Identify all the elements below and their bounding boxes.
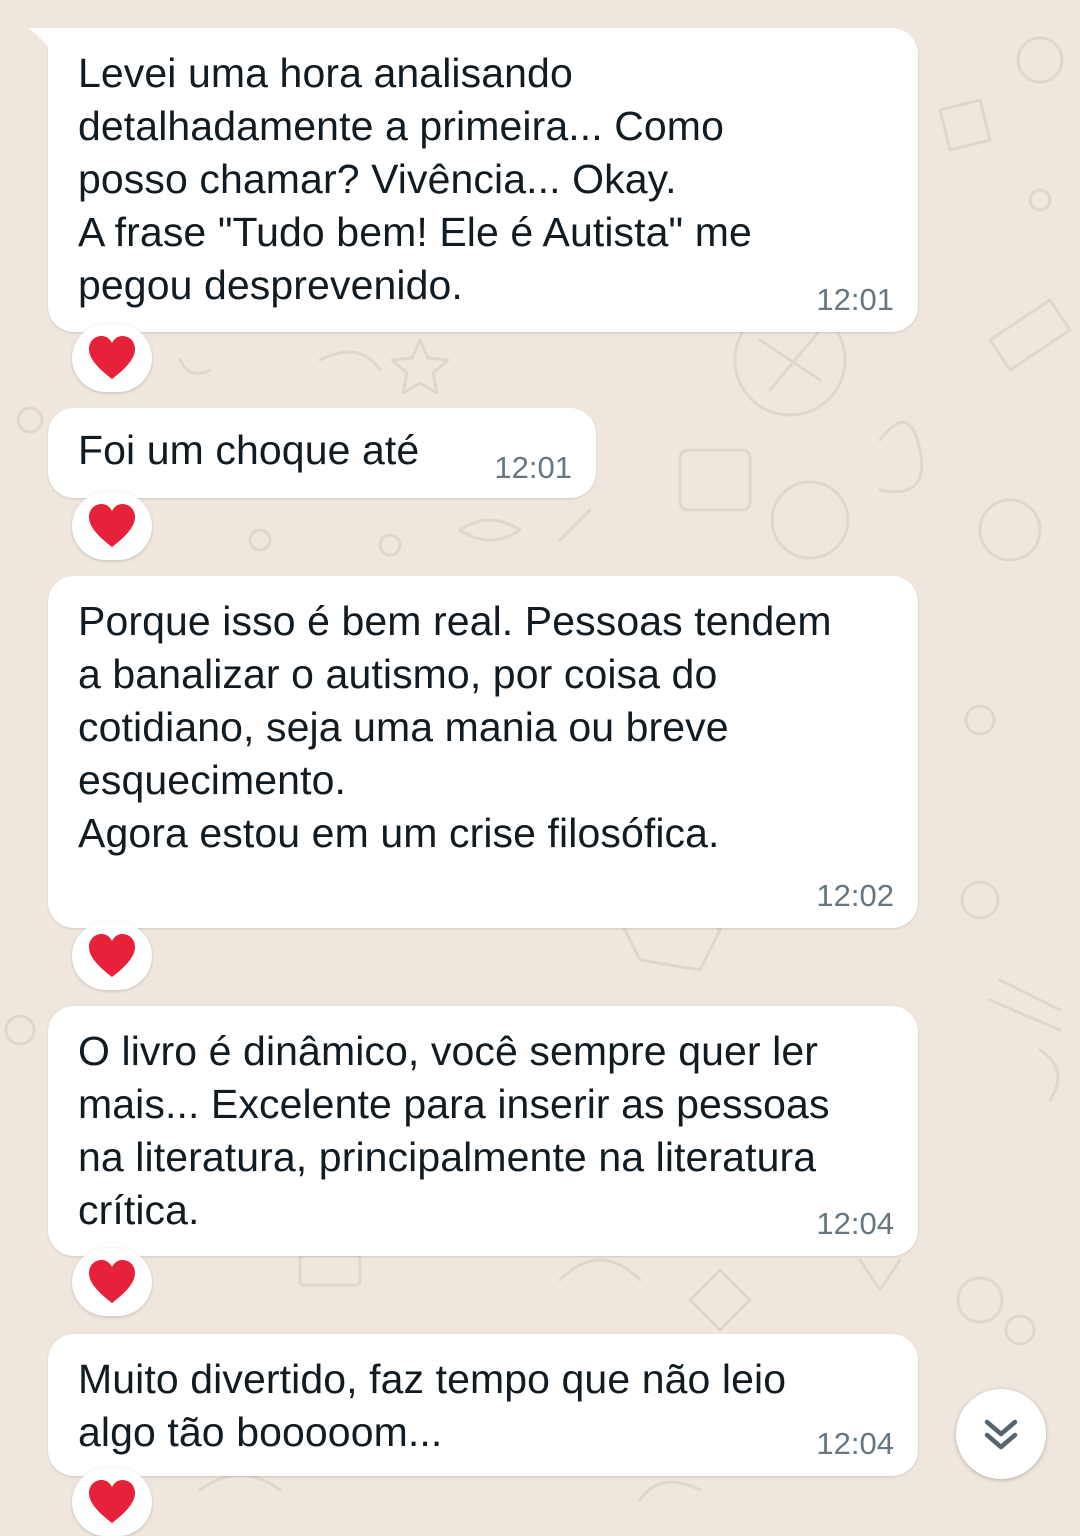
message-bubble[interactable]: Porque isso é bem real. Pessoas tendem a… — [48, 576, 918, 928]
scroll-to-bottom-button[interactable] — [956, 1389, 1046, 1479]
message-bubble[interactable]: Foi um choque até 12:01 — [48, 408, 596, 498]
message-text: Levei uma hora analisando detalhadamente… — [78, 50, 752, 308]
red-heart-icon — [89, 1480, 135, 1523]
reaction-badge[interactable] — [72, 1248, 152, 1316]
red-heart-icon — [89, 504, 135, 547]
bubble-tail — [28, 28, 58, 62]
reaction-badge[interactable] — [72, 324, 152, 392]
red-heart-icon — [89, 336, 135, 379]
message-text: Porque isso é bem real. Pessoas tendem a… — [78, 598, 832, 856]
reaction-badge[interactable] — [72, 922, 152, 990]
message-bubble[interactable]: Muito divertido, faz tempo que não leio … — [48, 1334, 918, 1476]
message-text: Muito divertido, faz tempo que não leio … — [78, 1356, 787, 1455]
red-heart-icon — [89, 1260, 135, 1303]
message-text: O livro é dinâmico, você sempre quer ler… — [78, 1028, 830, 1233]
reaction-badge[interactable] — [72, 492, 152, 560]
message-time: 12:04 — [816, 1206, 894, 1241]
message-time: 12:02 — [816, 878, 894, 913]
red-heart-icon — [89, 934, 135, 977]
message-bubble[interactable]: Levei uma hora analisando detalhadamente… — [28, 28, 918, 332]
message-time: 12:04 — [816, 1426, 894, 1461]
message-time: 12:01 — [494, 450, 572, 485]
reaction-badge[interactable] — [72, 1468, 152, 1536]
message-time: 12:01 — [816, 282, 894, 317]
double-chevron-down-icon — [984, 1419, 1018, 1450]
message-bubble[interactable]: O livro é dinâmico, você sempre quer ler… — [48, 1006, 918, 1256]
